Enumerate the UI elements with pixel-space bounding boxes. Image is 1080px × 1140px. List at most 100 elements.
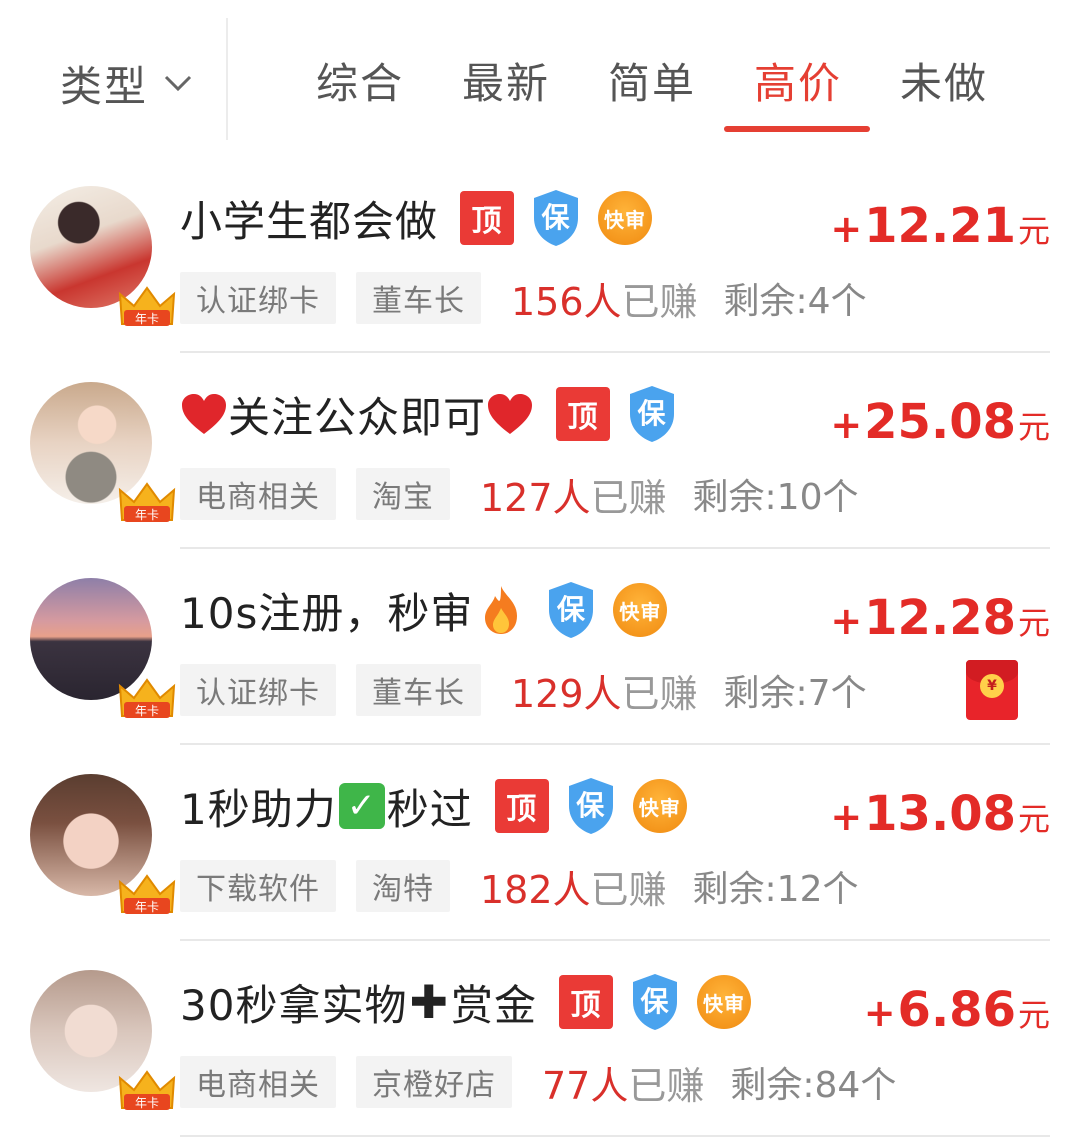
crown-icon: 年卡 (118, 874, 176, 914)
yuan-seal-icon: ¥ (980, 674, 1004, 698)
row-divider (180, 939, 1050, 941)
earned-count: 77人已赚 (542, 1063, 705, 1108)
avatar: 年卡 (30, 382, 176, 522)
row-divider (180, 351, 1050, 353)
task-title: 小学生都会做 顶 保 快审 (180, 188, 653, 248)
tab-latest[interactable]: 最新 (458, 50, 554, 120)
task-badges: 顶 保 快审 (559, 972, 752, 1032)
avatar: 年卡 (30, 578, 176, 718)
crown-label: 年卡 (135, 1096, 159, 1110)
guarantee-shield-icon: 保 (626, 384, 678, 444)
guarantee-shield-icon: 保 (530, 188, 582, 248)
heart-icon (182, 394, 226, 434)
fast-review-badge: 快审 (697, 975, 752, 1029)
fire-icon (485, 586, 518, 634)
task-title-text: 30秒拿实物 (180, 980, 408, 1030)
task-meta: 认证绑卡 董车长 156人已赚 剩余:4个 (180, 270, 867, 326)
task-title: 10s注册，秒审 保 快审 (180, 580, 668, 640)
category-tag: 认证绑卡 (180, 272, 336, 324)
guarantee-shield-icon: 保 (629, 972, 681, 1032)
task-card[interactable]: 年卡 1秒助力 ✓ 秒过 顶 保 快审 下载软件 淘特 182人已赚 剩余:12… (0, 746, 1080, 942)
task-card[interactable]: 年卡 30秒拿实物 ✚ 赏金 顶 保 快审 电商相关 京橙好店 77人已赚 剩余… (0, 942, 1080, 1138)
reward-price: +12.28 元 (830, 590, 1050, 646)
top-badge: 顶 (556, 387, 611, 441)
remaining-count: 剩余:10个 (692, 477, 859, 518)
task-title-text: 1秒助力 (180, 784, 337, 834)
reward-price: +13.08 元 (830, 786, 1050, 842)
guarantee-shield-icon: 保 (545, 580, 597, 640)
avatar: 年卡 (30, 186, 176, 326)
fast-review-badge: 快审 (632, 779, 687, 833)
tab-simple[interactable]: 简单 (604, 50, 700, 120)
task-badges: 顶 保 快审 (494, 776, 687, 836)
crown-label: 年卡 (135, 312, 159, 326)
guarantee-label: 保 (541, 201, 571, 234)
publisher-tag: 董车长 (356, 664, 481, 716)
task-title-text-2: 秒过 (386, 784, 473, 834)
remaining-count: 剩余:7个 (723, 673, 867, 714)
task-title: 1秒助力 ✓ 秒过 顶 保 快审 (180, 776, 687, 836)
remaining-count: 剩余:12个 (692, 869, 859, 910)
task-title: 关注公众即可 顶 保 (180, 384, 678, 444)
remaining-count: 剩余:84个 (730, 1065, 897, 1106)
guarantee-shield-icon: 保 (565, 776, 617, 836)
remaining-count: 剩余:4个 (723, 281, 867, 322)
row-divider (180, 547, 1050, 549)
category-tag: 下载软件 (180, 860, 336, 912)
task-badges: 保 快审 (545, 580, 668, 640)
task-meta: 下载软件 淘特 182人已赚 剩余:12个 (180, 858, 859, 914)
heart-icon (488, 394, 533, 434)
crown-label: 年卡 (135, 900, 159, 914)
crown-label: 年卡 (135, 704, 159, 718)
active-tab-indicator (724, 126, 870, 132)
category-tag: 电商相关 (180, 468, 336, 520)
crown-label: 年卡 (135, 508, 159, 522)
task-card[interactable]: 年卡 关注公众即可 顶 保 电商相关 淘宝 127人已赚 剩余:10个 +25.… (0, 354, 1080, 550)
tab-comprehensive[interactable]: 综合 (312, 50, 408, 120)
guarantee-label: 保 (556, 593, 586, 626)
reward-price: +12.21 元 (830, 198, 1050, 254)
crown-icon: 年卡 (118, 286, 176, 326)
task-meta: 认证绑卡 董车长 129人已赚 剩余:7个 (180, 662, 867, 718)
guarantee-label: 保 (637, 397, 667, 430)
plus-icon: ✚ (409, 975, 449, 1029)
task-badges: 顶 保 快审 (460, 188, 653, 248)
tab-not-done[interactable]: 未做 (896, 50, 992, 120)
publisher-tag: 淘宝 (356, 468, 450, 520)
task-card[interactable]: 年卡 10s注册，秒审 保 快审 认证绑卡 董车长 129人已赚 剩余:7个 +… (0, 550, 1080, 746)
crown-icon: 年卡 (118, 482, 176, 522)
earned-count: 156人已赚 (511, 279, 698, 324)
avatar: 年卡 (30, 774, 176, 914)
category-tag: 认证绑卡 (180, 664, 336, 716)
crown-icon: 年卡 (118, 678, 176, 718)
task-badges: 顶 保 (556, 384, 678, 444)
task-title-text: 关注公众即可 (228, 392, 487, 442)
fast-review-badge: 快审 (613, 583, 668, 637)
top-badge: 顶 (460, 191, 515, 245)
tab-high-price[interactable]: 高价 (750, 50, 846, 120)
task-meta: 电商相关 淘宝 127人已赚 剩余:10个 (180, 466, 859, 522)
top-badge: 顶 (494, 779, 549, 833)
task-title-text: 小学生都会做 (180, 196, 439, 246)
crown-icon: 年卡 (118, 1070, 176, 1110)
filter-bar: 类型 综合 最新 简单 高价 未做 (0, 0, 1080, 150)
publisher-tag: 淘特 (356, 860, 450, 912)
reward-price: +25.08 元 (830, 394, 1050, 450)
earned-count: 127人已赚 (480, 475, 667, 520)
avatar: 年卡 (30, 970, 176, 1110)
red-packet-icon[interactable]: ¥ (966, 660, 1018, 720)
task-title-text-2: 赏金 (451, 980, 538, 1030)
earned-count: 182人已赚 (480, 867, 667, 912)
guarantee-label: 保 (640, 985, 670, 1018)
task-meta: 电商相关 京橙好店 77人已赚 剩余:84个 (180, 1054, 896, 1110)
task-card[interactable]: 年卡 小学生都会做 顶 保 快审 认证绑卡 董车长 156人已赚 剩余:4个 +… (0, 158, 1080, 354)
earned-count: 129人已赚 (511, 671, 698, 716)
guarantee-label: 保 (576, 789, 606, 822)
row-divider (180, 1135, 1050, 1137)
check-icon: ✓ (338, 783, 385, 829)
task-title: 30秒拿实物 ✚ 赏金 顶 保 快审 (180, 972, 752, 1032)
top-badge: 顶 (559, 975, 614, 1029)
category-tag: 电商相关 (180, 1056, 336, 1108)
reward-price: +6.86 元 (863, 982, 1050, 1038)
publisher-tag: 董车长 (356, 272, 481, 324)
